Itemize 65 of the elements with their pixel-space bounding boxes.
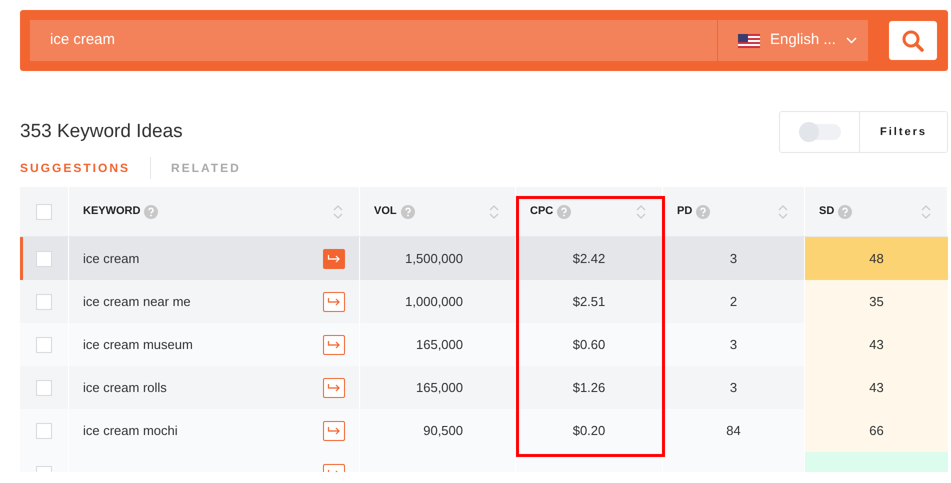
open-serp-button[interactable] — [323, 420, 345, 440]
volume-value: 165,000 — [416, 378, 463, 397]
language-label: English ... — [770, 30, 836, 50]
table-row[interactable]: ice cream 1,500,000 $2.42 3 48 — [20, 237, 948, 280]
volume-value: 1,000,000 — [405, 292, 463, 311]
column-header[interactable]: KEYWORD — [83, 203, 140, 220]
toggle-switch[interactable] — [798, 124, 840, 140]
search-query: ice cream — [50, 30, 116, 50]
pd-value: 84 — [726, 422, 741, 440]
sd-value: 48 — [869, 250, 884, 268]
keyword-text: ice cream rolls — [83, 378, 167, 397]
results-heading: 353 Keyword Ideas — [20, 120, 183, 144]
help-icon — [400, 204, 415, 218]
open-serp-button[interactable] — [323, 334, 345, 354]
help-icon — [144, 204, 158, 218]
cpc-value: $2.42 — [572, 250, 606, 268]
volume-value: 1,500,000 — [405, 250, 463, 268]
keyword-text: ice cream museum — [83, 336, 193, 354]
search-button[interactable] — [889, 21, 937, 60]
open-serp-button[interactable] — [323, 292, 345, 312]
sort-icon[interactable] — [921, 204, 931, 220]
sd-value: 43 — [869, 336, 884, 354]
cpc-value: $0.20 — [572, 422, 606, 440]
table-row[interactable]: ice cream museum 165,000 $0.60 3 43 — [20, 323, 948, 366]
volume-value: 90,500 — [423, 422, 463, 440]
open-serp-button[interactable] — [323, 248, 345, 268]
checkbox[interactable] — [36, 380, 52, 396]
pd-value: 3 — [730, 250, 738, 268]
keyword-text: ice cream mochi — [83, 422, 178, 440]
checkbox[interactable] — [36, 204, 52, 220]
flag-icon — [738, 34, 760, 48]
chevron-down-icon — [846, 37, 857, 44]
keyword-text: ice cream near me — [83, 292, 191, 311]
table-row[interactable]: ice cream rolls 165,000 $1.26 3 43 — [20, 366, 948, 409]
help-icon — [838, 204, 852, 218]
table-row[interactable]: ice cream near me 1,000,000 $2.51 2 35 — [20, 280, 948, 323]
column-header[interactable]: VOL — [374, 203, 397, 220]
cpc-value: $2.51 — [572, 292, 606, 311]
pd-value: 3 — [730, 378, 738, 397]
column-header[interactable]: PD — [677, 203, 692, 220]
checkbox[interactable] — [36, 336, 52, 352]
open-serp-button[interactable] — [323, 378, 345, 398]
sd-value: 43 — [869, 378, 884, 397]
table-row[interactable]: ice cream mochi 90,500 $0.20 84 66 — [20, 409, 948, 452]
pd-value: 3 — [730, 336, 738, 354]
help-icon — [557, 204, 572, 218]
sort-icon[interactable] — [333, 204, 343, 220]
column-header[interactable]: CPC — [530, 203, 554, 220]
sd-value: 35 — [869, 292, 884, 311]
column-header[interactable]: SD — [819, 203, 834, 220]
keyword-text: ice cream — [83, 250, 140, 268]
cpc-value: $0.60 — [572, 336, 606, 354]
selection-bar — [20, 237, 23, 280]
checkbox[interactable] — [36, 294, 52, 310]
search-icon — [901, 28, 925, 52]
help-icon — [696, 204, 710, 218]
sort-icon[interactable] — [489, 204, 499, 220]
checkbox[interactable] — [36, 422, 52, 438]
sort-icon[interactable] — [636, 204, 646, 220]
volume-value: 165,000 — [416, 336, 463, 354]
pd-value: 2 — [730, 292, 738, 311]
sd-value: 66 — [869, 422, 884, 440]
cpc-value: $1.26 — [572, 378, 606, 397]
checkbox[interactable] — [36, 250, 52, 266]
sort-icon[interactable] — [778, 204, 788, 220]
